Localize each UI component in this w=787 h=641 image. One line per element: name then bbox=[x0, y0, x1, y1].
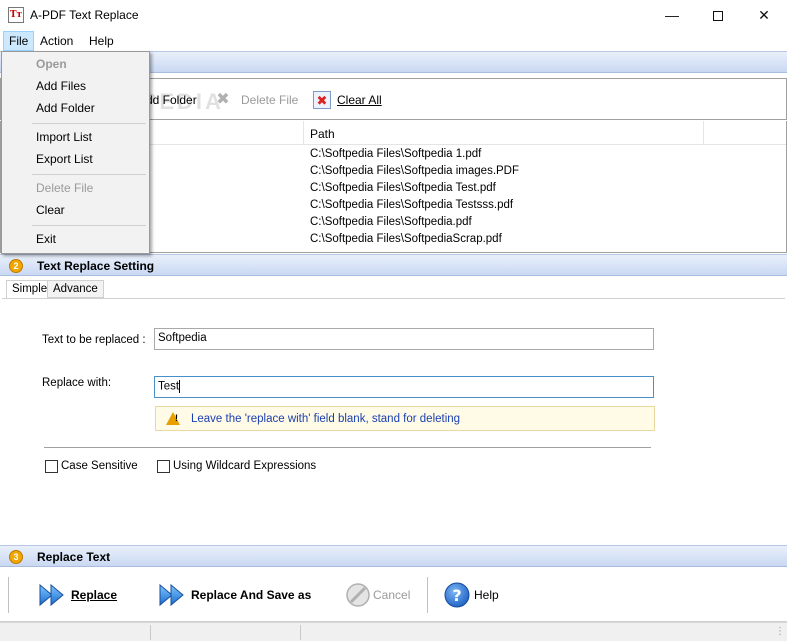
file-row[interactable]: C:\Softpedia Files\Softpedia 1.pdf bbox=[310, 148, 481, 165]
menu-item-import-list[interactable]: Import List bbox=[2, 127, 149, 147]
delete-file-label: Delete File bbox=[241, 93, 299, 107]
wildcard-checkbox[interactable] bbox=[157, 460, 170, 473]
replace-label: Replace bbox=[71, 588, 118, 602]
clear-all-icon: ✖ bbox=[313, 91, 331, 109]
hint-text: Leave the 'replace with' field blank, st… bbox=[191, 413, 461, 425]
maximize-button[interactable] bbox=[695, 0, 741, 31]
section-3-number: 3 bbox=[9, 550, 23, 564]
status-bar: ⋮ bbox=[0, 622, 787, 641]
text-to-replace-input[interactable]: Softpedia bbox=[154, 328, 654, 350]
delete-icon: ✖ bbox=[216, 91, 230, 108]
menu-item-export-list[interactable]: Export List bbox=[2, 149, 149, 169]
tab-advance[interactable]: Advance bbox=[47, 280, 104, 298]
add-folder-button[interactable]: dd Folder bbox=[146, 91, 197, 109]
case-sensitive-checkbox[interactable] bbox=[45, 460, 58, 473]
section-2-header: 2 Text Replace Setting bbox=[0, 254, 787, 276]
resize-grip-icon[interactable]: ⋮ bbox=[775, 626, 785, 637]
menu-item-add-folder[interactable]: Add Folder bbox=[2, 98, 149, 118]
help-button[interactable]: ? Help bbox=[443, 581, 503, 609]
section-2-number: 2 bbox=[9, 259, 23, 273]
divider bbox=[44, 447, 651, 449]
menu-item-delete-file[interactable]: Delete File bbox=[2, 178, 149, 198]
menu-separator bbox=[32, 123, 146, 124]
menu-file[interactable]: File bbox=[3, 31, 35, 51]
menu-separator bbox=[32, 225, 146, 226]
column-header-path[interactable]: Path bbox=[303, 121, 704, 145]
help-label: Help bbox=[474, 588, 499, 602]
replace-and-save-as-label: Replace And Save as bbox=[191, 588, 312, 602]
svg-text:?: ? bbox=[452, 586, 461, 605]
menu-item-exit[interactable]: Exit bbox=[2, 229, 149, 249]
text-cursor bbox=[179, 380, 181, 393]
menu-item-open[interactable]: Open bbox=[2, 54, 149, 74]
file-menu-dropdown: Open Add Files Add Folder Import List Ex… bbox=[1, 51, 150, 254]
fast-forward-icon bbox=[39, 583, 64, 607]
wildcard-label[interactable]: Using Wildcard Expressions bbox=[173, 460, 316, 472]
file-row[interactable]: C:\Softpedia Files\Softpedia.pdf bbox=[310, 216, 472, 233]
case-sensitive-label[interactable]: Case Sensitive bbox=[61, 460, 138, 472]
toolbar-separator bbox=[427, 577, 428, 613]
menu-bar: File Action Help bbox=[0, 31, 787, 51]
title-bar: Tт A-PDF Text Replace — ✕ bbox=[0, 0, 787, 31]
text-to-replace-label: Text to be replaced : bbox=[42, 334, 146, 346]
menu-item-clear[interactable]: Clear bbox=[2, 200, 149, 220]
status-pane-divider bbox=[300, 625, 301, 640]
toolbar-grip bbox=[8, 577, 9, 613]
fast-forward-icon bbox=[159, 583, 184, 607]
menu-separator bbox=[32, 174, 146, 175]
cancel-icon bbox=[346, 583, 370, 607]
file-row[interactable]: C:\Softpedia Files\Softpedia Test.pdf bbox=[310, 182, 496, 199]
section-2-title: Text Replace Setting bbox=[37, 259, 155, 273]
cancel-label: Cancel bbox=[373, 588, 411, 602]
maximize-icon bbox=[713, 11, 723, 22]
menu-item-add-files[interactable]: Add Files bbox=[2, 76, 149, 96]
hint-box: ! Leave the 'replace with' field blank, … bbox=[155, 406, 655, 431]
replace-with-value: Test bbox=[158, 380, 180, 393]
replace-with-label: Replace with: bbox=[42, 377, 112, 389]
replace-button[interactable]: Replace bbox=[38, 581, 128, 609]
clear-all-button[interactable]: ✖ Clear All bbox=[313, 91, 383, 109]
menu-action[interactable]: Action bbox=[34, 31, 79, 51]
file-row[interactable]: C:\Softpedia Files\SoftpediaScrap.pdf bbox=[310, 233, 502, 250]
file-row[interactable]: C:\Softpedia Files\Softpedia images.PDF bbox=[310, 165, 519, 182]
delete-file-button[interactable]: ✖ Delete File bbox=[214, 91, 298, 109]
cancel-button[interactable]: Cancel bbox=[345, 581, 415, 609]
replace-with-input[interactable]: Test bbox=[154, 376, 654, 398]
help-icon: ? bbox=[444, 582, 470, 608]
section-3-header: 3 Replace Text bbox=[0, 545, 787, 567]
replace-and-save-as-button[interactable]: Replace And Save as bbox=[158, 581, 318, 609]
close-button[interactable]: ✕ bbox=[741, 0, 787, 31]
add-folder-label: dd Folder bbox=[146, 93, 197, 107]
app-icon: Tт bbox=[8, 7, 24, 23]
replace-toolbar: Replace Replace And Save as Cancel ? Hel… bbox=[0, 567, 787, 622]
section-3-title: Replace Text bbox=[37, 550, 111, 564]
window-title: A-PDF Text Replace bbox=[30, 8, 139, 22]
status-pane-divider bbox=[150, 625, 151, 640]
menu-help[interactable]: Help bbox=[83, 31, 120, 51]
warning-icon-mark: ! bbox=[175, 413, 178, 423]
clear-all-label: Clear All bbox=[337, 93, 382, 107]
minimize-button[interactable]: — bbox=[649, 0, 695, 31]
file-row[interactable]: C:\Softpedia Files\Softpedia Testsss.pdf bbox=[310, 199, 513, 216]
